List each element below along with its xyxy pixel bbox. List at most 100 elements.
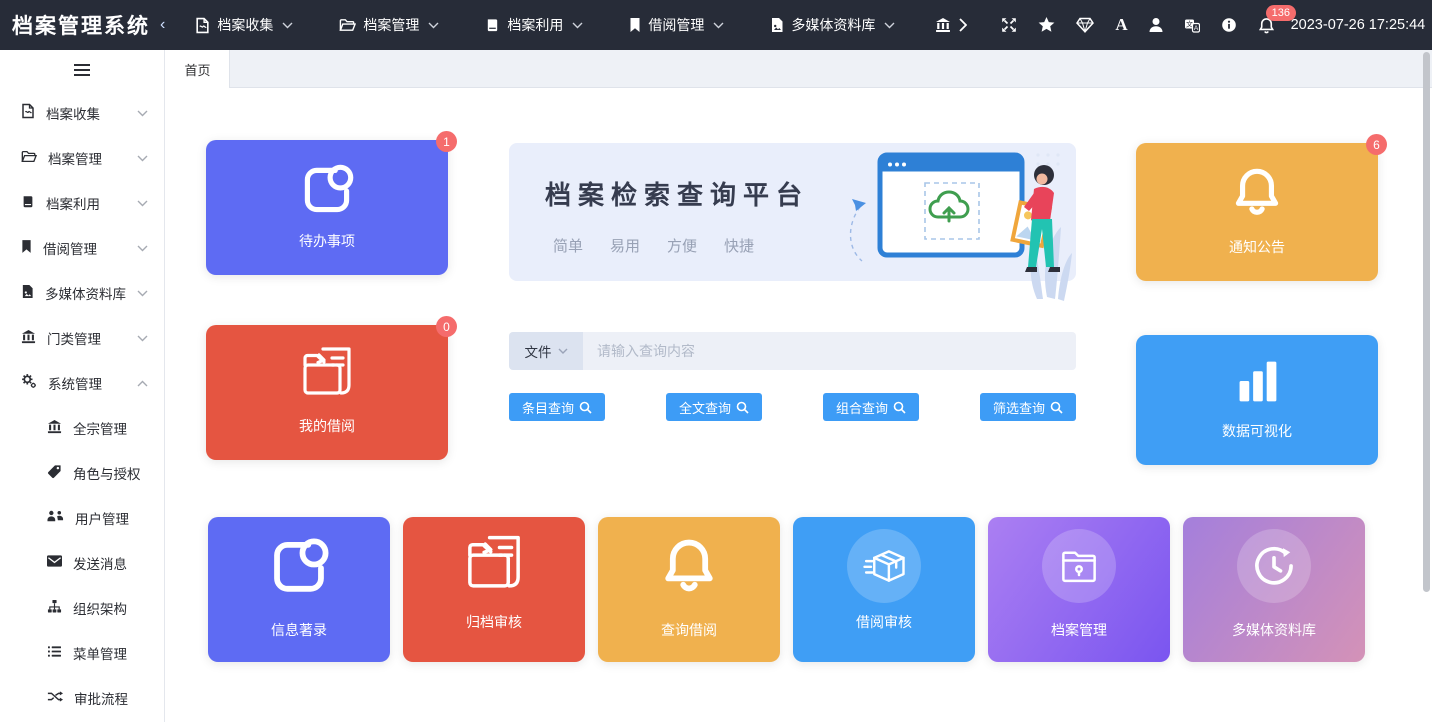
bell-icon bbox=[652, 531, 726, 610]
nav-menu-multimedia[interactable]: 多媒体资料库 bbox=[770, 15, 895, 35]
sidebar-item-archive-manage[interactable]: 档案管理 bbox=[0, 135, 164, 180]
bell-icon bbox=[1224, 161, 1290, 232]
chevron-down-icon bbox=[713, 22, 724, 29]
shortcut-archive-review[interactable]: 归档审核 bbox=[403, 517, 585, 662]
search-icon bbox=[579, 401, 592, 414]
search-category-value: 文件 bbox=[525, 341, 552, 361]
bar-chart-icon bbox=[1226, 349, 1288, 416]
svg-text:A: A bbox=[1193, 25, 1198, 32]
list-icon bbox=[47, 645, 62, 661]
sidebar-subitem-org-structure[interactable]: 组织架构 bbox=[0, 585, 164, 630]
sidebar-item-label: 审批流程 bbox=[74, 688, 128, 708]
vertical-scrollbar[interactable] bbox=[1423, 52, 1430, 592]
bank-icon bbox=[935, 17, 951, 33]
file-icon bbox=[21, 103, 35, 122]
star-icon[interactable] bbox=[1038, 17, 1055, 33]
chevron-down-icon bbox=[137, 285, 148, 300]
hamburger-menu-icon[interactable] bbox=[0, 50, 164, 90]
chevron-down-icon bbox=[137, 240, 148, 255]
sidebar-subitem-user-manage[interactable]: 用户管理 bbox=[0, 495, 164, 540]
nav-menu-label: 档案利用 bbox=[507, 15, 563, 35]
shortcut-query-borrow[interactable]: 查询借阅 bbox=[598, 517, 780, 662]
sidebar-item-system-manage[interactable]: 系统管理 bbox=[0, 360, 164, 405]
sidebar: 档案收集 档案管理 档案利用 借阅管理 多媒体资料库 门类管理 系统管理 全宗管… bbox=[0, 50, 165, 722]
sidebar-item-label: 借阅管理 bbox=[43, 238, 97, 258]
main-area: 首页 1 待办事项 档案检索查询平台 简单易用方便快捷 bbox=[166, 50, 1432, 722]
banner-illustration bbox=[822, 147, 1072, 322]
filter-query-button[interactable]: 筛选查询 bbox=[980, 393, 1076, 421]
my-borrow-card[interactable]: 0 我的借阅 bbox=[206, 325, 448, 460]
nav-menu-overflow[interactable] bbox=[935, 17, 967, 33]
shortcut-multimedia-library[interactable]: 多媒体资料库 bbox=[1183, 517, 1365, 662]
sidebar-item-label: 门类管理 bbox=[47, 328, 101, 348]
notice-badge: 6 bbox=[1366, 134, 1387, 155]
folder-lock-icon bbox=[1042, 529, 1116, 603]
user-icon[interactable] bbox=[1149, 17, 1163, 33]
sidebar-subitem-approval-flow[interactable]: 审批流程 bbox=[0, 675, 164, 720]
shortcut-info-entry[interactable]: 信息著录 bbox=[208, 517, 390, 662]
sidebar-subitem-fonds-manage[interactable]: 全宗管理 bbox=[0, 405, 164, 450]
nav-menu-label: 档案管理 bbox=[363, 15, 419, 35]
entry-query-button[interactable]: 条目查询 bbox=[509, 393, 605, 421]
shortcut-archive-manage[interactable]: 档案管理 bbox=[988, 517, 1170, 662]
sidebar-item-label: 系统管理 bbox=[48, 373, 102, 393]
sidebar-item-archive-use[interactable]: 档案利用 bbox=[0, 180, 164, 225]
search-input[interactable] bbox=[583, 332, 1076, 370]
bank-icon bbox=[21, 329, 36, 347]
sidebar-item-label: 发送消息 bbox=[73, 553, 127, 573]
combo-query-button[interactable]: 组合查询 bbox=[823, 393, 919, 421]
shuffle-icon bbox=[47, 690, 63, 706]
sidebar-item-category-manage[interactable]: 门类管理 bbox=[0, 315, 164, 360]
font-size-icon[interactable]: A bbox=[1115, 15, 1127, 35]
info-icon[interactable] bbox=[1221, 17, 1237, 33]
file-icon bbox=[195, 17, 210, 34]
datetime-display: 2023-07-26 17:25:44 bbox=[1291, 17, 1426, 33]
todo-card[interactable]: 1 待办事项 bbox=[206, 140, 448, 275]
notifications-bell-icon[interactable]: 136 bbox=[1258, 17, 1275, 34]
todo-badge: 1 bbox=[436, 131, 457, 152]
sidebar-subitem-menu-manage[interactable]: 菜单管理 bbox=[0, 630, 164, 675]
tab-home[interactable]: 首页 bbox=[166, 50, 230, 88]
tab-bar: 首页 bbox=[166, 50, 1432, 88]
shortcut-label: 借阅审核 bbox=[793, 612, 975, 632]
sidebar-subitem-roles-auth[interactable]: 角色与授权 bbox=[0, 450, 164, 495]
sidebar-item-multimedia[interactable]: 多媒体资料库 bbox=[0, 270, 164, 315]
gem-icon[interactable] bbox=[1076, 17, 1094, 33]
sidebar-item-label: 多媒体资料库 bbox=[45, 283, 126, 303]
history-clock-icon bbox=[1237, 529, 1311, 603]
search-icon bbox=[736, 401, 749, 414]
envelope-icon bbox=[47, 555, 62, 570]
shortcut-label: 查询借阅 bbox=[598, 620, 780, 640]
nav-menu-borrow-manage[interactable]: 借阅管理 bbox=[629, 15, 724, 35]
data-visualization-card[interactable]: 数据可视化 bbox=[1136, 335, 1378, 465]
translate-icon[interactable]: 文A bbox=[1184, 17, 1200, 33]
search-category-select[interactable]: 文件 bbox=[509, 332, 583, 370]
sidebar-item-label: 用户管理 bbox=[75, 508, 129, 528]
chevron-down-icon bbox=[137, 105, 148, 120]
sidebar-subitem-send-message[interactable]: 发送消息 bbox=[0, 540, 164, 585]
sidebar-item-label: 档案利用 bbox=[46, 193, 100, 213]
nav-menu-archive-collect[interactable]: 档案收集 bbox=[195, 15, 293, 35]
notice-card[interactable]: 6 通知公告 bbox=[1136, 143, 1378, 281]
nav-menu-archive-manage[interactable]: 档案管理 bbox=[339, 15, 439, 35]
sidebar-item-label: 档案管理 bbox=[48, 148, 102, 168]
sidebar-item-archive-collect[interactable]: 档案收集 bbox=[0, 90, 164, 135]
collapse-sidebar-icon[interactable]: ‹ bbox=[160, 16, 165, 34]
card-label: 通知公告 bbox=[1136, 237, 1378, 257]
nav-menu-label: 档案收集 bbox=[217, 15, 273, 35]
search-icon bbox=[893, 401, 906, 414]
sidebar-item-label: 角色与授权 bbox=[73, 463, 141, 483]
users-icon bbox=[47, 509, 64, 526]
search-platform-banner: 档案检索查询平台 简单易用方便快捷 bbox=[509, 143, 1076, 281]
chevron-right-icon[interactable] bbox=[959, 18, 967, 32]
sidebar-item-label: 菜单管理 bbox=[73, 643, 127, 663]
fullscreen-icon[interactable] bbox=[1001, 17, 1017, 33]
folder-document-icon bbox=[458, 531, 530, 604]
chevron-down-icon bbox=[137, 195, 148, 210]
sidebar-item-borrow-manage[interactable]: 借阅管理 bbox=[0, 225, 164, 270]
chevron-down-icon bbox=[137, 330, 148, 345]
shortcut-borrow-review[interactable]: 借阅审核 bbox=[793, 517, 975, 662]
fulltext-query-button[interactable]: 全文查询 bbox=[666, 393, 762, 421]
search-bar: 文件 bbox=[509, 332, 1076, 370]
nav-menu-archive-use[interactable]: 档案利用 bbox=[485, 15, 583, 35]
